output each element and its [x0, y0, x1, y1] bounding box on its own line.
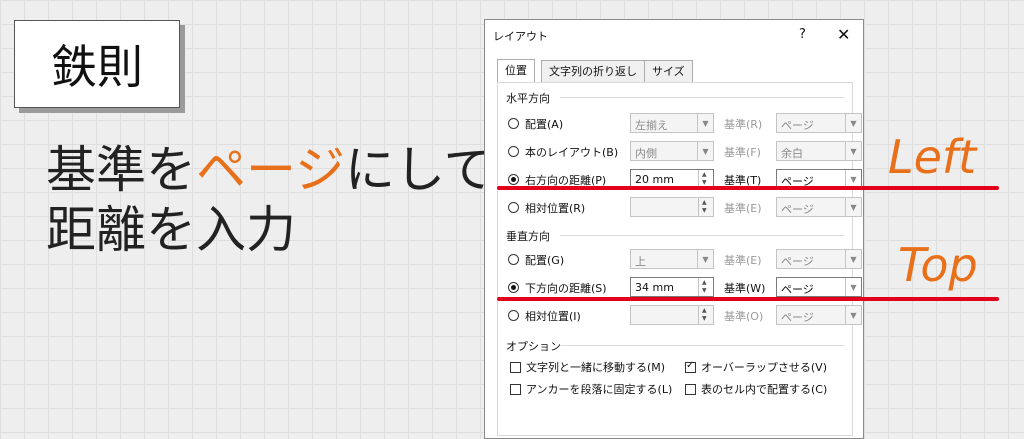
chevron-down-icon[interactable]: ▼ — [845, 114, 861, 132]
h-book-layout-label: 本のレイアウト(B) — [525, 146, 619, 159]
vertical-group-label: 垂直方向 — [506, 230, 550, 243]
spin-buttons[interactable]: ▲ ▼ — [698, 278, 713, 296]
close-button[interactable]: ✕ — [837, 25, 850, 44]
h-alignment-radio[interactable] — [508, 118, 519, 129]
spin-up-icon[interactable]: ▲ — [702, 279, 707, 286]
chevron-down-icon[interactable]: ▼ — [845, 142, 861, 160]
position-panel: 水平方向 配置(A) 左揃え ▼ 基準(R) ページ ▼ 本のレイアウト(B) 内側… — [497, 82, 862, 436]
chevron-down-icon[interactable]: ▼ — [845, 198, 861, 216]
h-absolute-radio[interactable] — [508, 174, 519, 185]
help-button[interactable]: ? — [799, 27, 806, 42]
h-relative-base-select[interactable]: ページ ▼ — [776, 197, 862, 217]
horizontal-group-label: 水平方向 — [506, 92, 550, 105]
layout-in-table-cell-checkbox[interactable] — [685, 384, 696, 395]
headline-line-1: 基準をページにして — [46, 140, 494, 200]
headline-accent: ページ — [196, 141, 345, 199]
top-highlight-line — [497, 297, 999, 301]
v-alignment-label: 配置(G) — [525, 254, 565, 267]
v-relative-base-select[interactable]: ページ ▼ — [776, 305, 862, 325]
v-absolute-base-select[interactable]: ページ ▼ — [776, 277, 862, 297]
dialog-title: レイアウト — [493, 30, 548, 43]
chevron-down-icon[interactable]: ▼ — [697, 142, 713, 160]
spin-down-icon[interactable]: ▼ — [702, 179, 707, 186]
v-relative-radio[interactable] — [508, 310, 519, 321]
v-alignment-value: 上 — [635, 255, 646, 268]
divider — [560, 235, 844, 236]
headline-line-2: 距離を入力 — [46, 201, 296, 259]
h-book-layout-base-select[interactable]: 余白 ▼ — [776, 141, 862, 161]
move-with-text-checkbox[interactable] — [510, 362, 521, 373]
spin-down-icon[interactable]: ▼ — [702, 207, 707, 214]
v-alignment-select[interactable]: 上 ▼ — [630, 249, 714, 269]
v-absolute-value: 34 mm — [635, 281, 674, 294]
allow-overlap-label: オーバーラップさせる(V) — [701, 361, 827, 374]
v-relative-base-value: ページ — [781, 311, 814, 324]
chevron-down-icon[interactable]: ▼ — [845, 278, 861, 296]
v-absolute-base-label: 基準(W) — [724, 282, 766, 295]
v-alignment-base-label: 基準(E) — [724, 254, 762, 267]
h-relative-base-label: 基準(E) — [724, 202, 762, 215]
spin-buttons[interactable]: ▲ ▼ — [698, 198, 713, 216]
layout-in-table-cell-label: 表のセル内で配置する(C) — [701, 383, 828, 396]
lock-anchor-checkbox[interactable] — [510, 384, 521, 395]
slide-title: 鉄則 — [51, 40, 143, 94]
h-book-layout-value: 内側 — [635, 147, 657, 160]
spin-down-icon[interactable]: ▼ — [702, 287, 707, 294]
divider — [560, 345, 844, 346]
v-alignment-radio[interactable] — [508, 254, 519, 265]
h-relative-base-value: ページ — [781, 203, 814, 216]
h-alignment-base-value: ページ — [781, 119, 814, 132]
spin-buttons[interactable]: ▲ ▼ — [698, 306, 713, 324]
h-alignment-value: 左揃え — [635, 119, 668, 132]
h-book-layout-base-value: 余白 — [781, 147, 803, 160]
v-absolute-input[interactable]: 34 mm ▲ ▼ — [630, 277, 714, 297]
h-relative-label: 相対位置(R) — [525, 202, 586, 215]
slide-title-box: 鉄則 — [14, 20, 180, 108]
v-relative-label: 相対位置(I) — [525, 310, 581, 323]
spin-up-icon[interactable]: ▲ — [702, 171, 707, 178]
v-absolute-radio[interactable] — [508, 282, 519, 293]
h-alignment-base-label: 基準(R) — [724, 118, 763, 131]
slide-headline: 基準をページにして 距離を入力 — [46, 140, 494, 260]
tab-size[interactable]: サイズ — [644, 60, 693, 82]
left-highlight-line — [497, 186, 999, 190]
annotation-left: Left — [888, 130, 977, 184]
headline-text-pre: 基準を — [46, 141, 196, 199]
chevron-down-icon[interactable]: ▼ — [697, 114, 713, 132]
h-alignment-select[interactable]: 左揃え ▼ — [630, 113, 714, 133]
v-relative-base-label: 基準(O) — [724, 310, 764, 323]
chevron-down-icon[interactable]: ▼ — [845, 250, 861, 268]
layout-dialog: レイアウト ? ✕ 位置 文字列の折り返し サイズ 水平方向 配置(A) 左揃え… — [484, 19, 864, 439]
spin-up-icon[interactable]: ▲ — [702, 199, 707, 206]
h-absolute-value: 20 mm — [635, 173, 674, 186]
h-book-layout-select[interactable]: 内側 ▼ — [630, 141, 714, 161]
divider — [560, 97, 844, 98]
h-book-layout-radio[interactable] — [508, 146, 519, 157]
h-relative-input[interactable]: ▲ ▼ — [630, 197, 714, 217]
annotation-top: Top — [898, 238, 978, 292]
options-group-label: オプション — [506, 340, 561, 353]
v-absolute-base-value: ページ — [781, 283, 814, 296]
h-alignment-base-select[interactable]: ページ ▼ — [776, 113, 862, 133]
h-book-layout-base-label: 基準(F) — [724, 146, 761, 159]
headline-text-post: にして — [345, 141, 494, 199]
lock-anchor-label: アンカーを段落に固定する(L) — [526, 383, 673, 396]
h-relative-radio[interactable] — [508, 202, 519, 213]
v-alignment-base-select[interactable]: ページ ▼ — [776, 249, 862, 269]
tab-text-wrapping[interactable]: 文字列の折り返し — [541, 60, 645, 82]
move-with-text-label: 文字列と一緒に移動する(M) — [526, 361, 666, 374]
v-alignment-base-value: ページ — [781, 255, 814, 268]
v-absolute-label: 下方向の距離(S) — [525, 282, 607, 295]
dialog-titlebar: レイアウト ? ✕ — [485, 20, 863, 50]
spin-up-icon[interactable]: ▲ — [702, 307, 707, 314]
h-alignment-label: 配置(A) — [525, 118, 564, 131]
v-relative-input[interactable]: ▲ ▼ — [630, 305, 714, 325]
spin-down-icon[interactable]: ▼ — [702, 315, 707, 322]
tab-position[interactable]: 位置 — [497, 59, 535, 83]
chevron-down-icon[interactable]: ▼ — [697, 250, 713, 268]
allow-overlap-checkbox[interactable] — [685, 360, 696, 373]
chevron-down-icon[interactable]: ▼ — [845, 306, 861, 324]
